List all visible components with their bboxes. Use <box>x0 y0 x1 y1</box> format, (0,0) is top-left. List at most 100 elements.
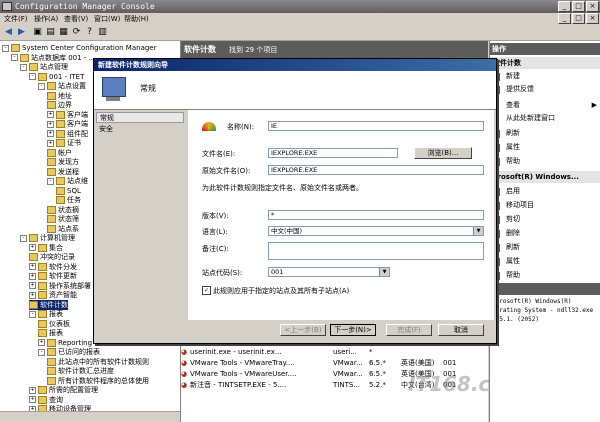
tree-item[interactable]: + Reporting <box>38 338 92 348</box>
collapse-icon[interactable]: - <box>2 44 9 52</box>
file-input[interactable]: IEXPLORE.EXE <box>268 148 398 158</box>
expand-icon[interactable]: + <box>38 339 45 346</box>
tree-item[interactable]: SQL <box>56 186 81 196</box>
tree-item[interactable]: + 软件分发 <box>29 262 77 272</box>
tree-item[interactable]: 冲突的记录 <box>29 252 75 262</box>
tree-item[interactable]: - 001 - ITET <box>29 72 84 82</box>
up-folder-icon[interactable]: ▣ <box>32 27 43 38</box>
help-icon[interactable]: ? <box>84 27 95 38</box>
original-file-input[interactable]: IEXPLORE.EXE <box>268 165 484 175</box>
action-help-item[interactable]: 帮助 <box>490 269 600 281</box>
action-move[interactable]: 移动项目 <box>490 199 600 211</box>
tree-item[interactable]: + 软件更新 <box>29 271 77 281</box>
action-delete[interactable]: 删除 <box>490 227 600 239</box>
collapse-icon[interactable]: - <box>20 234 27 242</box>
tree-item[interactable]: + 查询 <box>29 395 63 405</box>
forward-icon[interactable]: ▶ <box>16 27 27 38</box>
tree-hscrollbar[interactable] <box>0 411 180 422</box>
finish-button[interactable]: 完成(F) <box>386 324 432 336</box>
action-new[interactable]: 新建 <box>490 70 600 82</box>
tree-item[interactable]: + 集合 <box>29 243 63 253</box>
close-button[interactable]: × <box>586 1 599 12</box>
menu-action[interactable]: 操作(A) <box>34 14 58 24</box>
action-help[interactable]: 帮助 <box>490 155 600 167</box>
collapse-icon[interactable]: - <box>38 348 45 356</box>
name-input[interactable]: IE <box>268 121 484 131</box>
action-refresh-item[interactable]: 刷新 <box>490 241 600 253</box>
tree-item[interactable]: - 站点设置 <box>38 81 86 91</box>
back-icon[interactable]: ◀ <box>3 27 14 38</box>
tree-item[interactable]: 帐户 <box>47 148 72 158</box>
tree-item[interactable]: 仪表板 <box>38 319 70 329</box>
action-properties[interactable]: 属性 <box>490 141 600 153</box>
tree-item[interactable]: 软件计数汇总进度 <box>47 366 114 376</box>
tree-item[interactable]: 边界 <box>47 100 72 110</box>
tree-item[interactable]: + 所需的配置管理 <box>29 385 98 395</box>
mdi-close-button[interactable]: × <box>586 13 599 24</box>
minimize-button[interactable]: _ <box>558 1 571 12</box>
tree-item[interactable]: + 资产智能 <box>29 290 77 300</box>
tree-item[interactable]: + 客户端 <box>47 110 88 120</box>
nav-security[interactable]: 安全 <box>96 124 184 135</box>
tree-item[interactable]: 所有计数软件程序的总体使用 <box>47 376 149 386</box>
expand-icon[interactable]: + <box>29 282 36 289</box>
mdi-minimize-button[interactable]: _ <box>558 13 571 24</box>
show-tree-icon[interactable]: ▤ <box>45 27 56 38</box>
tree-item[interactable]: 报表 <box>38 328 63 338</box>
properties-icon[interactable]: ▥ <box>97 27 108 38</box>
tree-item[interactable]: - 已访问的报表 <box>38 347 100 357</box>
expand-icon[interactable]: + <box>29 272 36 280</box>
table-row[interactable]: ◕ VMware Tools - VMwareTray.... VMwar...… <box>181 358 488 368</box>
cancel-button[interactable]: 取消 <box>438 324 484 336</box>
chevron-down-icon[interactable]: ▼ <box>473 227 483 235</box>
tree-item[interactable]: 站点系 <box>47 224 79 234</box>
tree-item[interactable]: - 站点维 <box>47 176 88 186</box>
collapse-icon[interactable]: - <box>20 63 27 71</box>
collapse-icon[interactable]: - <box>47 177 54 185</box>
action-new-window[interactable]: 从此处新建窗口 <box>490 112 600 124</box>
action-refresh[interactable]: 刷新 <box>490 127 600 139</box>
expand-icon[interactable]: + <box>29 263 36 270</box>
action-enable[interactable]: 启用 <box>490 185 600 197</box>
tree-item[interactable]: - 报表 <box>29 309 63 319</box>
language-select[interactable]: 中文(中国) ▼ <box>268 226 484 236</box>
tree-item[interactable]: + 客户端 <box>47 119 88 129</box>
tree-item[interactable]: + 证书 <box>47 138 81 148</box>
tree-item[interactable]: - 计算机管理 <box>20 233 75 243</box>
tree-item[interactable]: 软件计数 <box>29 299 68 310</box>
nav-general[interactable]: 常规 <box>96 112 184 123</box>
expand-icon[interactable]: + <box>47 120 54 128</box>
expand-icon[interactable]: + <box>29 291 36 299</box>
expand-icon[interactable]: + <box>47 111 54 118</box>
expand-icon[interactable]: + <box>47 139 54 147</box>
refresh-icon[interactable]: ⟳ <box>71 27 82 38</box>
site-code-select[interactable]: 001 ▼ <box>268 267 390 277</box>
tree-item[interactable]: 地址 <box>47 91 72 101</box>
action-properties-item[interactable]: 属性 <box>490 255 600 267</box>
chevron-down-icon[interactable]: ▼ <box>379 268 389 276</box>
expand-icon[interactable]: + <box>29 386 36 394</box>
tree-item[interactable]: + 组件配 <box>47 129 88 139</box>
menu-view[interactable]: 查看(V) <box>64 14 88 24</box>
action-cut[interactable]: 剪切 <box>490 213 600 225</box>
collapse-icon[interactable]: - <box>38 82 45 90</box>
next-button[interactable]: 下一步(N)> <box>330 324 376 336</box>
action-feedback[interactable]: 提供反馈 <box>490 83 600 95</box>
expand-icon[interactable]: + <box>47 130 54 137</box>
tree-item[interactable]: 任务 <box>56 195 81 205</box>
tree-item[interactable]: + 操作系统部署 <box>29 281 91 291</box>
version-input[interactable]: * <box>268 210 484 220</box>
collapse-icon[interactable]: - <box>29 310 36 318</box>
table-row[interactable]: ◕ userinit.exe - userinit.ex... useri...… <box>181 347 488 357</box>
note-input[interactable] <box>268 242 484 260</box>
collapse-icon[interactable]: - <box>11 54 18 61</box>
tree-item[interactable]: 状态筛 <box>47 214 79 224</box>
menu-file[interactable]: 文件(F) <box>4 14 28 24</box>
export-icon[interactable]: ▦ <box>58 27 69 38</box>
menu-help[interactable]: 帮助(H) <box>124 14 149 24</box>
tree-item[interactable]: 发现方 <box>47 157 79 167</box>
expand-icon[interactable]: + <box>29 396 36 403</box>
tree-item[interactable]: 状态摘 <box>47 205 79 215</box>
back-button[interactable]: <上一步(B) <box>280 324 326 336</box>
mdi-restore-button[interactable]: □ <box>572 13 585 24</box>
